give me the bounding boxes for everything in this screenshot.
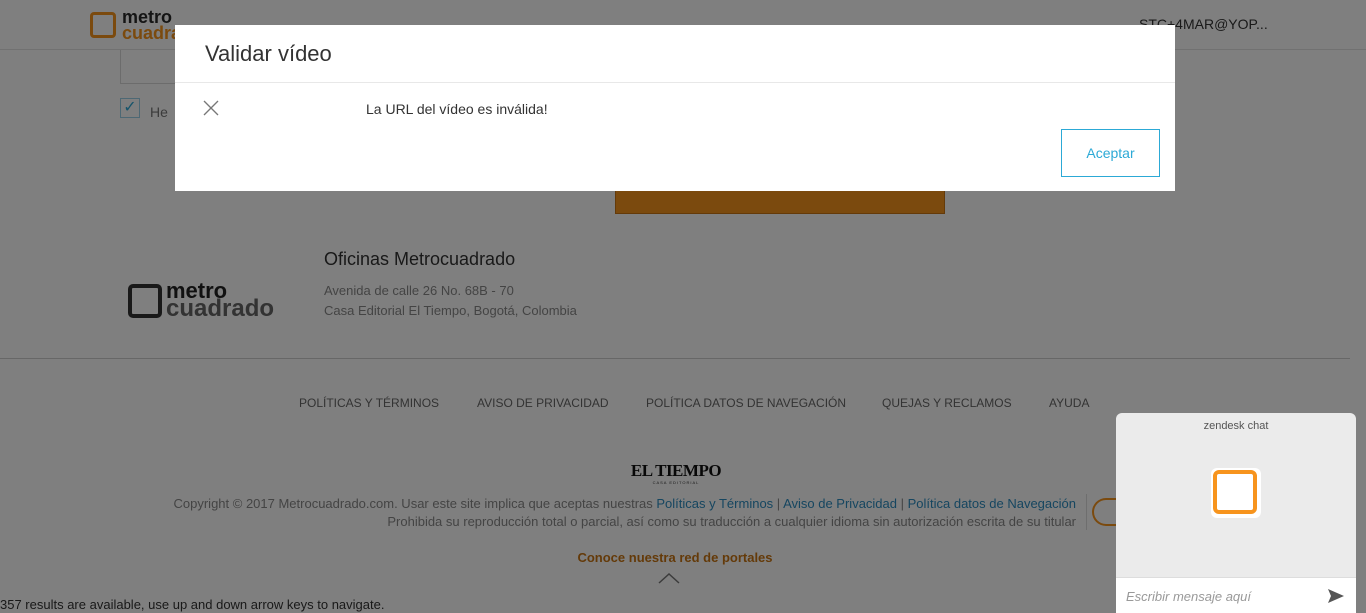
send-icon[interactable] xyxy=(1326,586,1346,606)
validate-video-dialog: Validar vídeo La URL del vídeo es inváli… xyxy=(175,25,1175,191)
dialog-error-message: La URL del vídeo es inválida! xyxy=(366,101,548,117)
chat-header: zendesk chat xyxy=(1203,420,1269,432)
accept-button[interactable]: Aceptar xyxy=(1061,129,1160,177)
dialog-title: Validar vídeo xyxy=(205,41,332,66)
chat-message-input[interactable] xyxy=(1126,586,1316,606)
zendesk-chat-widget[interactable]: zendesk chat xyxy=(1116,413,1356,613)
close-icon[interactable] xyxy=(201,98,221,118)
chat-brand-logo-icon xyxy=(1211,468,1261,518)
dialog-header: Validar vídeo xyxy=(175,25,1175,83)
chat-input-bar xyxy=(1116,577,1356,613)
chat-logo-square-icon xyxy=(1213,470,1257,514)
